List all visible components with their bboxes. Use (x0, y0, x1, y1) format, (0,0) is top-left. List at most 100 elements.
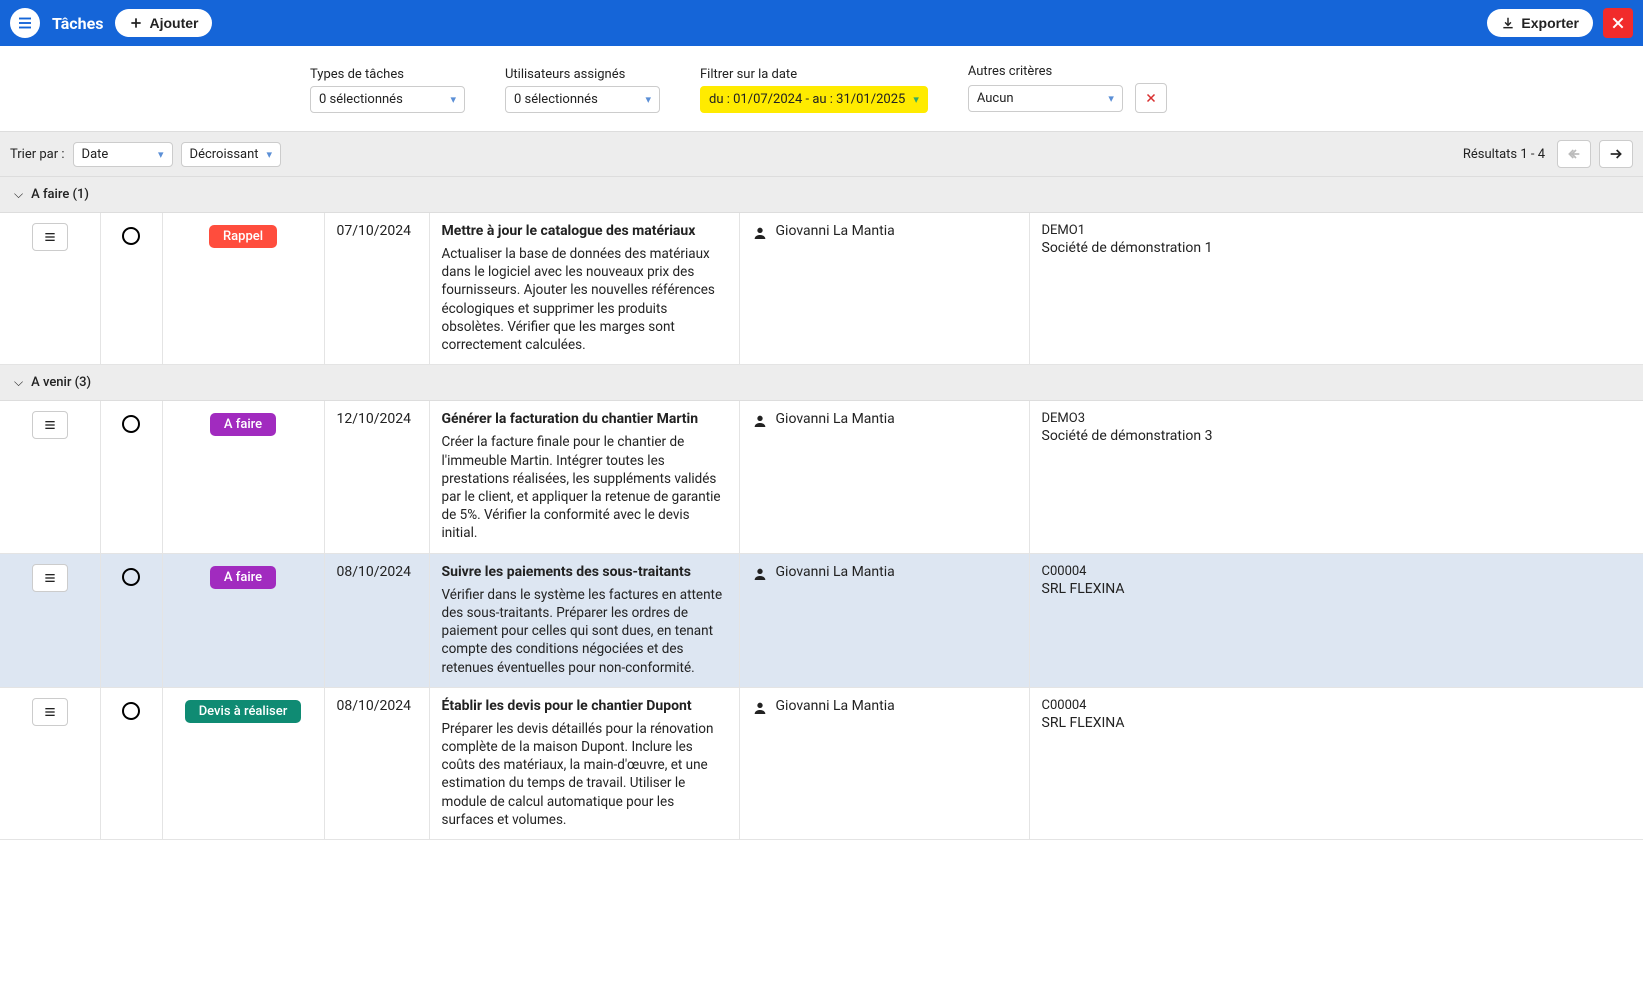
next-page-button[interactable] (1599, 140, 1633, 168)
table-row[interactable]: Rappel 07/10/2024 Mettre à jour le catal… (0, 213, 1643, 365)
task-title: Générer la facturation du chantier Marti… (442, 411, 727, 427)
export-button[interactable]: Exporter (1487, 9, 1593, 37)
task-user: Giovanni La Mantia (776, 698, 895, 714)
filter-task-types-select[interactable]: 0 sélectionnés ▾ (310, 86, 465, 113)
table-row[interactable]: A faire 12/10/2024 Générer la facturatio… (0, 401, 1643, 553)
filter-other-criteria: Autres critères Aucun ▾ (968, 64, 1167, 113)
row-menu-button[interactable] (32, 223, 68, 251)
chevron-down-icon: ⌵ (14, 187, 23, 202)
task-complete-radio[interactable] (122, 702, 140, 720)
chevron-down-icon: ▾ (450, 93, 456, 106)
download-icon (1501, 16, 1515, 30)
filter-other-criteria-select[interactable]: Aucun ▾ (968, 85, 1123, 112)
filter-assigned-users-select[interactable]: 0 sélectionnés ▾ (505, 86, 660, 113)
client-name: Société de démonstration 3 (1042, 428, 1632, 444)
hamburger-icon (42, 229, 58, 245)
task-complete-radio[interactable] (122, 568, 140, 586)
select-value: 0 sélectionnés (319, 92, 403, 107)
chevron-down-icon: ▾ (1108, 92, 1114, 105)
task-tag: Rappel (209, 225, 277, 248)
hamburger-icon (42, 417, 58, 433)
sort-direction-select[interactable]: Décroissant ▾ (181, 142, 282, 167)
user-icon (752, 225, 768, 241)
client-code: C00004 (1042, 564, 1632, 579)
chevron-down-icon: ▾ (267, 148, 273, 161)
select-value: Date (82, 147, 109, 162)
select-value: Décroissant (190, 147, 259, 162)
task-table-todo: Rappel 07/10/2024 Mettre à jour le catal… (0, 213, 1643, 365)
task-tag: Devis à réaliser (185, 700, 302, 723)
chevron-down-icon: ⌵ (14, 375, 23, 390)
clear-filter-button[interactable] (1135, 83, 1167, 113)
group-header-todo[interactable]: ⌵ A faire (1) (0, 177, 1643, 213)
row-menu-button[interactable] (32, 564, 68, 592)
chevron-down-icon: ▾ (913, 93, 919, 106)
chevron-down-icon: ▾ (158, 148, 164, 161)
task-date: 08/10/2024 (324, 553, 429, 687)
filter-date-select[interactable]: du : 01/07/2024 - au : 31/01/2025 ▾ (700, 86, 928, 113)
client-name: SRL FLEXINA (1042, 581, 1632, 597)
client-code: DEMO1 (1042, 223, 1632, 238)
task-table-upcoming: A faire 12/10/2024 Générer la facturatio… (0, 401, 1643, 840)
select-value: Aucun (977, 91, 1014, 106)
select-value: 0 sélectionnés (514, 92, 598, 107)
client-code: C00004 (1042, 698, 1632, 713)
row-menu-button[interactable] (32, 698, 68, 726)
plus-icon (129, 16, 143, 30)
filter-label: Utilisateurs assignés (505, 67, 660, 82)
sort-label: Trier par : (10, 147, 65, 162)
client-name: Société de démonstration 1 (1042, 240, 1632, 256)
filter-label: Filtrer sur la date (700, 67, 928, 82)
client-code: DEMO3 (1042, 411, 1632, 426)
filter-bar: Types de tâches 0 sélectionnés ▾ Utilisa… (0, 46, 1643, 131)
group-header-upcoming[interactable]: ⌵ A venir (3) (0, 365, 1643, 401)
arrow-right-icon (1608, 146, 1624, 162)
user-icon (752, 566, 768, 582)
task-title: Établir les devis pour le chantier Dupon… (442, 698, 727, 714)
task-description: Créer la facture finale pour le chantier… (442, 433, 727, 542)
app-header: Tâches Ajouter Exporter (0, 0, 1643, 46)
user-icon (752, 413, 768, 429)
add-button-label: Ajouter (149, 15, 198, 31)
page-title: Tâches (52, 14, 103, 33)
main-menu-button[interactable] (10, 8, 40, 38)
close-button[interactable] (1603, 8, 1633, 38)
results-text: Résultats 1 - 4 (1463, 147, 1545, 162)
group-label: A faire (1) (31, 187, 89, 202)
task-complete-radio[interactable] (122, 415, 140, 433)
filter-label: Autres critères (968, 64, 1167, 79)
task-tag: A faire (210, 566, 276, 589)
task-description: Actualiser la base de données des matéri… (442, 245, 727, 354)
row-menu-button[interactable] (32, 411, 68, 439)
task-title: Suivre les paiements des sous-traitants (442, 564, 727, 580)
table-row[interactable]: Devis à réaliser 08/10/2024 Établir les … (0, 687, 1643, 839)
sort-bar: Trier par : Date ▾ Décroissant ▾ Résulta… (0, 131, 1643, 177)
task-user: Giovanni La Mantia (776, 223, 895, 239)
task-user: Giovanni La Mantia (776, 411, 895, 427)
task-date: 07/10/2024 (324, 213, 429, 365)
filter-label: Types de tâches (310, 67, 465, 82)
filter-assigned-users: Utilisateurs assignés 0 sélectionnés ▾ (505, 67, 660, 113)
task-description: Vérifier dans le système les factures en… (442, 586, 727, 677)
close-icon (1610, 15, 1626, 31)
prev-page-button[interactable] (1557, 140, 1591, 168)
table-row[interactable]: A faire 08/10/2024 Suivre les paiements … (0, 553, 1643, 687)
sort-field-select[interactable]: Date ▾ (73, 142, 173, 167)
task-date: 08/10/2024 (324, 687, 429, 839)
chevron-down-icon: ▾ (645, 93, 651, 106)
export-button-label: Exporter (1521, 15, 1579, 31)
filter-task-types: Types de tâches 0 sélectionnés ▾ (310, 67, 465, 113)
hamburger-icon (16, 14, 34, 32)
group-label: A venir (3) (31, 375, 91, 390)
select-value: du : 01/07/2024 - au : 31/01/2025 (709, 92, 905, 107)
client-name: SRL FLEXINA (1042, 715, 1632, 731)
hamburger-icon (42, 570, 58, 586)
add-button[interactable]: Ajouter (115, 9, 212, 37)
user-icon (752, 700, 768, 716)
task-user: Giovanni La Mantia (776, 564, 895, 580)
task-description: Préparer les devis détaillés pour la rén… (442, 720, 727, 829)
filter-date: Filtrer sur la date du : 01/07/2024 - au… (700, 67, 928, 113)
task-complete-radio[interactable] (122, 227, 140, 245)
task-date: 12/10/2024 (324, 401, 429, 553)
task-title: Mettre à jour le catalogue des matériaux (442, 223, 727, 239)
